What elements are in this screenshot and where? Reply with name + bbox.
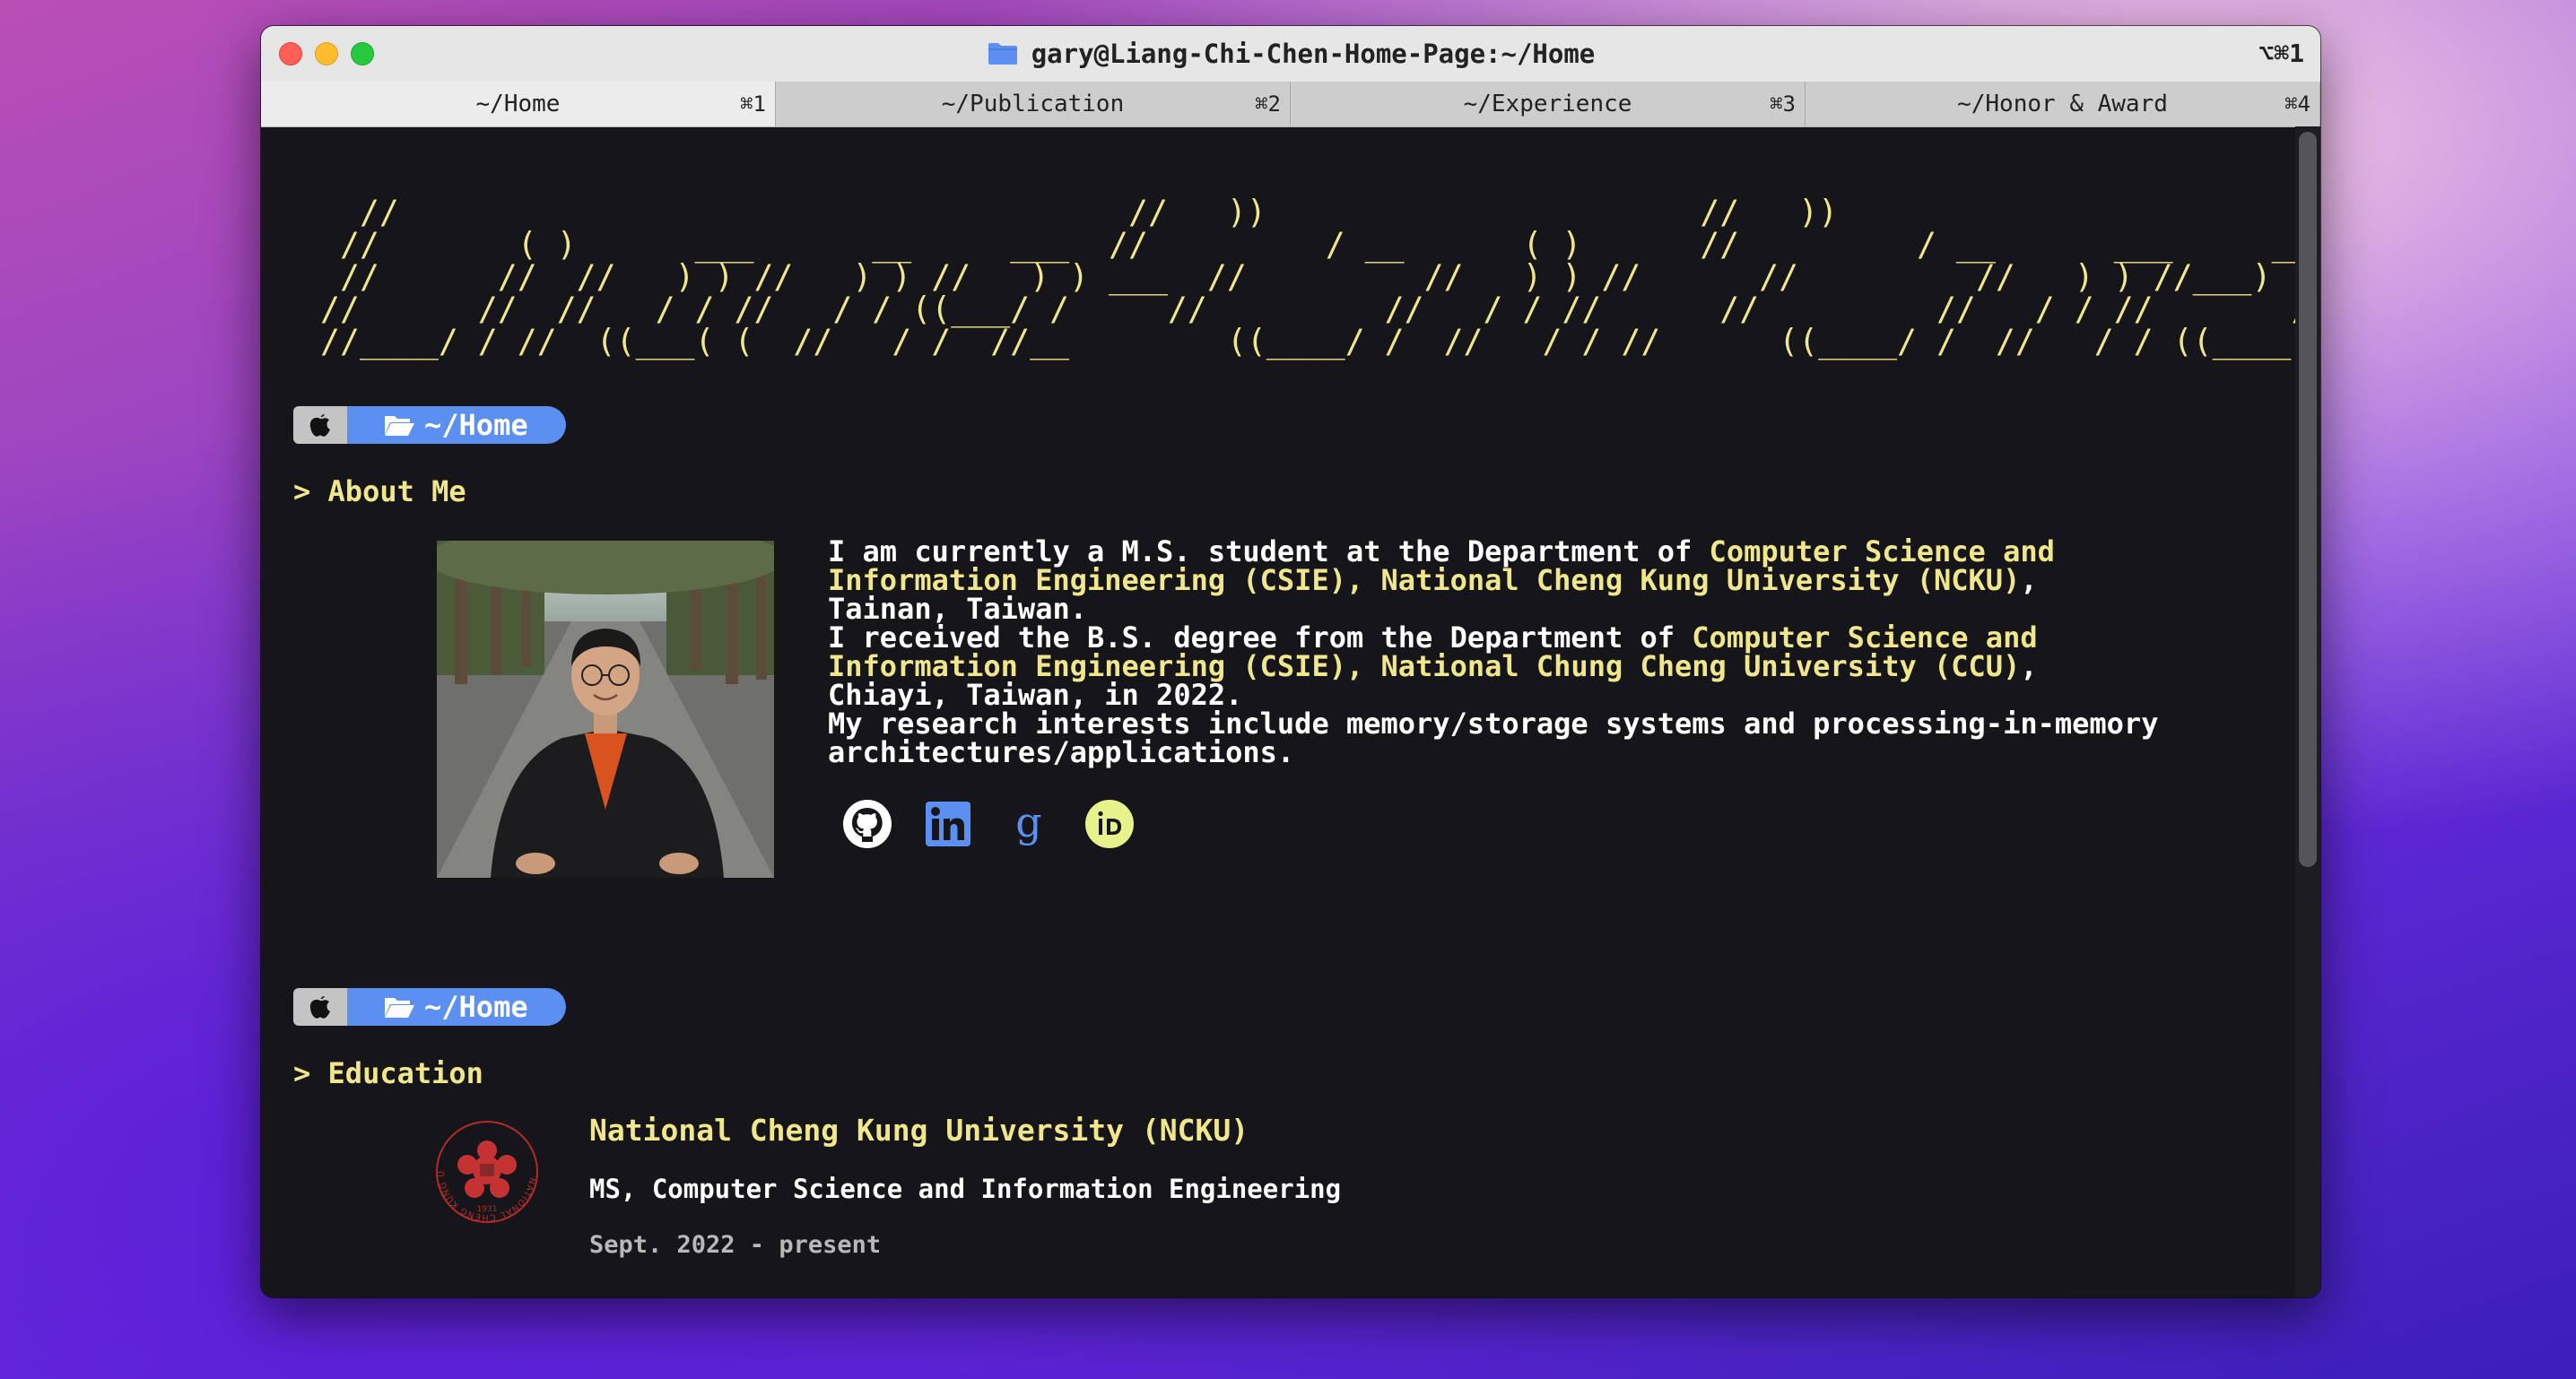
prompt-directory: ~/Home — [347, 988, 566, 1026]
tab-home[interactable]: ~/Home ⌘1 — [261, 82, 776, 126]
about-p3-text: My research interests include memory/sto… — [828, 707, 2159, 769]
svg-text:g: g — [1015, 799, 1041, 846]
window-title-text: gary@Liang-Chi-Chen-Home-Page:~/Home — [1031, 39, 1596, 69]
window-shortcut: ⌥⌘1 — [2258, 39, 2304, 68]
terminal-window: gary@Liang-Chi-Chen-Home-Page:~/Home ⌥⌘1… — [261, 26, 2320, 1297]
window-title: gary@Liang-Chi-Chen-Home-Page:~/Home — [261, 26, 2320, 82]
scrollbar-thumb[interactable] — [2299, 132, 2317, 867]
tab-experience[interactable]: ~/Experience ⌘3 — [1291, 82, 1806, 126]
banner-line: //____/ / // ((___( ( // / / //__ ((____… — [320, 322, 2292, 360]
logo-year: 1931 — [477, 1205, 498, 1214]
github-icon[interactable] — [842, 799, 892, 849]
linkedin-icon[interactable] — [923, 799, 973, 849]
tab-bar: ~/Home ⌘1 ~/Publication ⌘2 ~/Experience … — [261, 82, 2320, 127]
tab-publication[interactable]: ~/Publication ⌘2 — [776, 82, 1291, 126]
education-prompt: ~/Home — [293, 988, 566, 1026]
tab-label: ~/Honor & Award — [1957, 91, 2168, 117]
folder-open-icon — [385, 416, 414, 436]
orcid-icon[interactable] — [1084, 799, 1135, 849]
prompt-dir-text: ~/Home — [424, 408, 528, 442]
google-scholar-icon[interactable]: g — [1004, 799, 1054, 849]
terminal-content[interactable]: // // )) // )) // ( ) ___ __ ___ // / __… — [261, 126, 2295, 1297]
prompt-dir-text: ~/Home — [424, 990, 528, 1024]
about-heading: > About Me — [293, 474, 466, 508]
ncku-logo: NATIONAL CHENG KUNG UNIVERSITY 1931 — [431, 1113, 539, 1224]
tab-shortcut: ⌘1 — [740, 91, 766, 117]
school-name: National Cheng Kung University (NCKU) — [589, 1113, 1249, 1148]
apple-icon — [293, 988, 347, 1026]
tab-label: ~/Experience — [1463, 91, 1632, 117]
folder-open-icon — [385, 998, 414, 1018]
social-links: g — [842, 799, 1135, 849]
tab-shortcut: ⌘3 — [1770, 91, 1796, 117]
about-prompt: ~/Home — [293, 406, 566, 444]
tab-honor-award[interactable]: ~/Honor & Award ⌘4 — [1806, 82, 2320, 126]
title-bar[interactable]: gary@Liang-Chi-Chen-Home-Page:~/Home ⌥⌘1 — [261, 26, 2320, 82]
tab-shortcut: ⌘2 — [1255, 91, 1281, 117]
apple-icon — [293, 406, 347, 444]
education-date: Sept. 2022 - present — [589, 1231, 882, 1259]
education-heading: > Education — [293, 1056, 483, 1090]
tab-label: ~/Home — [475, 91, 561, 117]
profile-photo — [437, 541, 774, 878]
about-text: I am currently a M.S. student at the Dep… — [828, 537, 2173, 767]
tab-label: ~/Publication — [941, 91, 1125, 117]
folder-icon — [988, 43, 1017, 65]
prompt-directory: ~/Home — [347, 406, 566, 444]
ascii-name-banner: // // )) // )) // ( ) ___ __ ___ // / __… — [320, 195, 2295, 360]
degree: MS, Computer Science and Information Eng… — [589, 1174, 1342, 1204]
tab-shortcut: ⌘4 — [2284, 91, 2311, 117]
